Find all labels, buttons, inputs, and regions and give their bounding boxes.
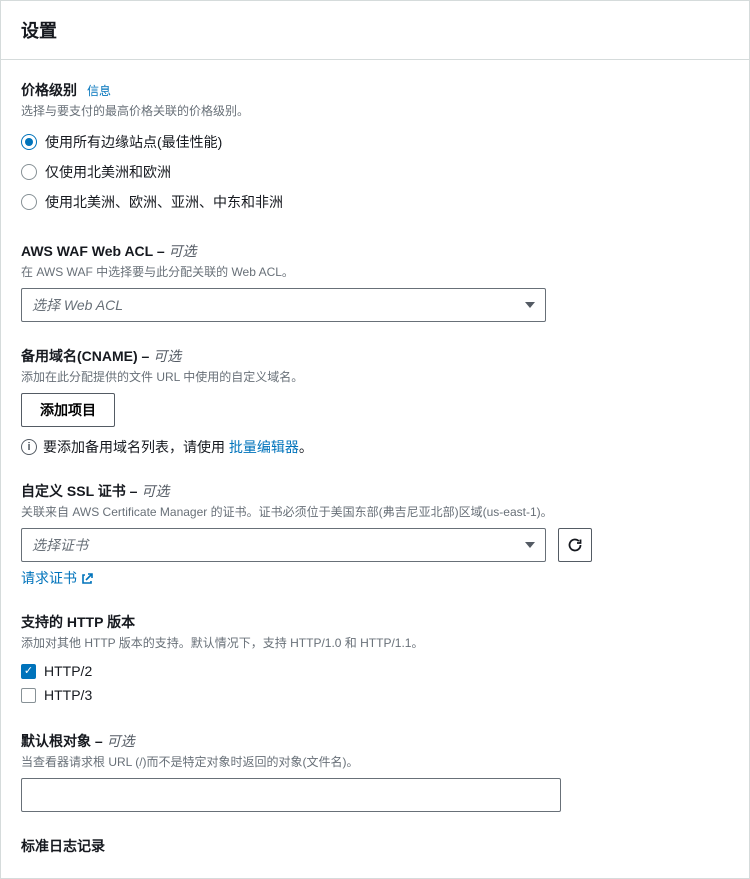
radio-icon <box>21 164 37 180</box>
price-radio-1[interactable]: 仅使用北美洲和欧洲 <box>21 157 729 187</box>
section-waf: AWS WAF Web ACL – 可选 在 AWS WAF 中选择要与此分配关… <box>21 241 729 322</box>
radio-icon <box>21 194 37 210</box>
ssl-label: 自定义 SSL 证书 – 可选 <box>21 481 169 501</box>
section-price-class: 价格级别 信息 选择与要支付的最高价格关联的价格级别。 使用所有边缘站点(最佳性… <box>21 80 729 217</box>
section-logging: 标准日志记录 <box>21 836 729 856</box>
root-label: 默认根对象 – 可选 <box>21 731 135 751</box>
section-http-versions: 支持的 HTTP 版本 添加对其他 HTTP 版本的支持。默认情况下，支持 HT… <box>21 612 729 707</box>
http-checkbox-0[interactable]: ✓ HTTP/2 <box>21 659 729 683</box>
waf-label: AWS WAF Web ACL – 可选 <box>21 241 197 261</box>
root-object-input[interactable] <box>21 778 561 812</box>
radio-icon <box>21 134 37 150</box>
cname-label: 备用域名(CNAME) – 可选 <box>21 346 181 366</box>
waf-desc: 在 AWS WAF 中选择要与此分配关联的 Web ACL。 <box>21 263 729 280</box>
radio-label: 使用北美洲、欧洲、亚洲、中东和非洲 <box>45 192 283 212</box>
http-desc: 添加对其他 HTTP 版本的支持。默认情况下，支持 HTTP/1.0 和 HTT… <box>21 634 729 651</box>
checkbox-icon: ✓ <box>21 664 36 679</box>
chevron-down-icon <box>525 542 535 548</box>
refresh-button[interactable] <box>558 528 592 562</box>
section-root-object: 默认根对象 – 可选 当查看器请求根 URL (/)而不是特定对象时返回的对象(… <box>21 731 729 812</box>
refresh-icon <box>567 537 583 553</box>
radio-label: 仅使用北美洲和欧洲 <box>45 162 171 182</box>
cname-desc: 添加在此分配提供的文件 URL 中使用的自定义域名。 <box>21 368 729 385</box>
price-class-desc: 选择与要支付的最高价格关联的价格级别。 <box>21 102 729 119</box>
section-cname: 备用域名(CNAME) – 可选 添加在此分配提供的文件 URL 中使用的自定义… <box>21 346 729 457</box>
http-label: 支持的 HTTP 版本 <box>21 612 135 632</box>
price-class-label: 价格级别 <box>21 80 77 100</box>
waf-select-placeholder: 选择 Web ACL <box>32 295 123 315</box>
price-class-info-link[interactable]: 信息 <box>87 82 111 99</box>
http-checkbox-1[interactable]: HTTP/3 <box>21 683 729 707</box>
checkbox-label: HTTP/2 <box>44 663 92 679</box>
info-icon: i <box>21 439 37 455</box>
bulk-editor-link[interactable]: 批量编辑器 <box>229 439 299 455</box>
ssl-cert-placeholder: 选择证书 <box>32 535 88 555</box>
checkbox-label: HTTP/3 <box>44 687 92 703</box>
page-title: 设置 <box>21 17 729 43</box>
chevron-down-icon <box>525 302 535 308</box>
radio-label: 使用所有边缘站点(最佳性能) <box>45 132 222 152</box>
price-radio-0[interactable]: 使用所有边缘站点(最佳性能) <box>21 127 729 157</box>
root-desc: 当查看器请求根 URL (/)而不是特定对象时返回的对象(文件名)。 <box>21 753 729 770</box>
request-cert-link[interactable]: 请求证书 <box>21 568 93 588</box>
cname-hint: 要添加备用域名列表，请使用 批量编辑器。 <box>43 437 313 457</box>
waf-select[interactable]: 选择 Web ACL <box>21 288 546 322</box>
checkbox-icon <box>21 688 36 703</box>
price-radio-2[interactable]: 使用北美洲、欧洲、亚洲、中东和非洲 <box>21 187 729 217</box>
section-ssl: 自定义 SSL 证书 – 可选 关联来自 AWS Certificate Man… <box>21 481 729 588</box>
logging-label: 标准日志记录 <box>21 836 105 856</box>
ssl-desc: 关联来自 AWS Certificate Manager 的证书。证书必须位于美… <box>21 503 729 520</box>
ssl-cert-select[interactable]: 选择证书 <box>21 528 546 562</box>
panel-header: 设置 <box>1 1 749 60</box>
add-item-button[interactable]: 添加项目 <box>21 393 115 427</box>
external-link-icon <box>81 572 93 584</box>
